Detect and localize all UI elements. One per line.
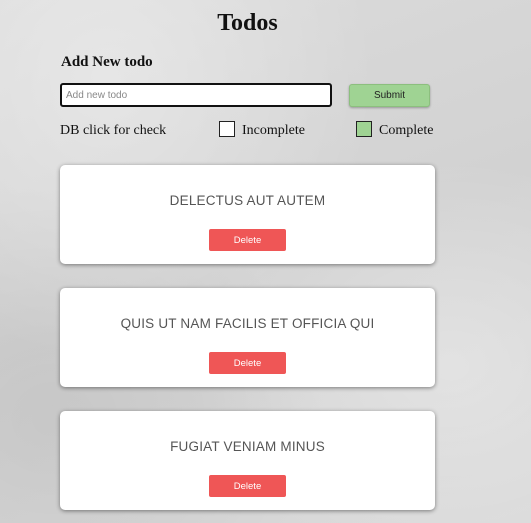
delete-button[interactable]: Delete [209,352,286,374]
page-title: Todos [217,10,278,36]
todo-title: DELECTUS AUT AUTEM [169,193,326,208]
todo-card[interactable]: FUGIAT VENIAM MINUS Delete [60,411,435,510]
delete-button[interactable]: Delete [209,475,286,497]
todo-card[interactable]: QUIS UT NAM FACILIS ET OFFICIA QUI Delet… [60,288,435,387]
add-todo-input[interactable] [60,83,332,107]
double-click-hint: DB click for check [60,123,167,138]
todo-title: FUGIAT VENIAM MINUS [170,439,325,454]
incomplete-label: Incomplete [242,123,305,138]
add-todo-label: Add New todo [61,54,153,70]
incomplete-swatch [219,121,235,137]
todo-card[interactable]: DELECTUS AUT AUTEM Delete [60,165,435,264]
todo-title: QUIS UT NAM FACILIS ET OFFICIA QUI [120,316,375,331]
complete-swatch [356,121,372,137]
delete-button[interactable]: Delete [209,229,286,251]
submit-button[interactable]: Submit [349,84,430,107]
complete-label: Complete [379,123,434,138]
